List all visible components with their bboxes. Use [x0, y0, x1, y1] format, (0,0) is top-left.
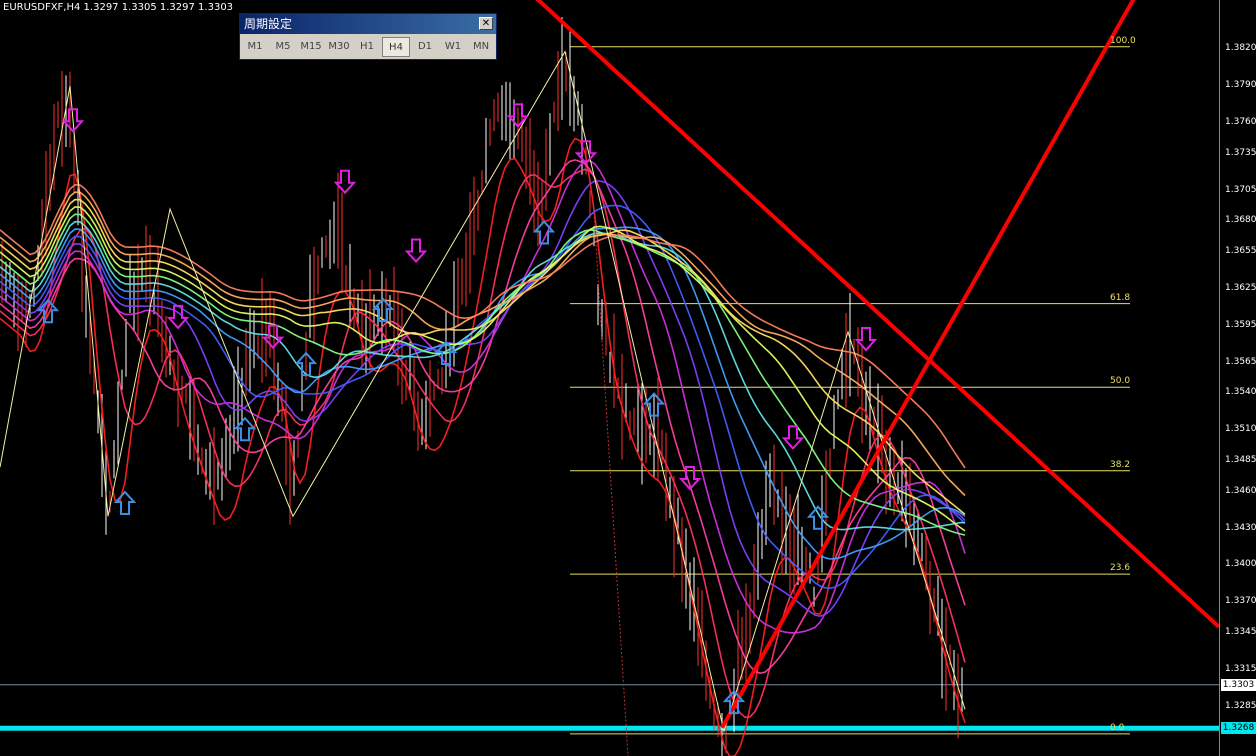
trendline: [535, 0, 1221, 629]
period-button-m15[interactable]: M15: [298, 37, 324, 57]
price-tick-label: 1.3510: [1225, 424, 1256, 435]
close-icon[interactable]: ✕: [479, 17, 493, 30]
price-tick-label: 1.3285: [1225, 700, 1256, 711]
buy-arrow-icon: [806, 505, 830, 530]
period-button-m30[interactable]: M30: [326, 37, 352, 57]
price-tick-label: 1.3680: [1225, 215, 1256, 226]
low-price-badge: 1.3268: [1221, 721, 1256, 734]
moving-average-line: [0, 220, 966, 531]
moving-average-line: [0, 168, 966, 719]
buy-arrow-icon: [113, 490, 137, 515]
period-button-d1[interactable]: D1: [412, 37, 438, 57]
price-tick-label: 1.3345: [1225, 627, 1256, 638]
period-button-mn[interactable]: MN: [468, 37, 494, 57]
symbol-info: EURUSDFXF,H4 1.3297 1.3305 1.3297 1.3303: [3, 2, 234, 13]
price-tick-label: 1.3820: [1225, 43, 1256, 54]
period-buttons: M1 M5 M15 M30 H1 H4 D1 W1 MN: [240, 34, 496, 60]
fib-level-label: 38.2: [1110, 459, 1131, 470]
moving-average-line: [0, 204, 966, 590]
current-price-badge: 1.3303: [1221, 678, 1256, 691]
price-tick-label: 1.3735: [1225, 147, 1256, 158]
sell-arrow-icon: [404, 238, 428, 264]
price-tick-label: 1.3540: [1225, 387, 1256, 398]
price-tick-label: 1.3705: [1225, 184, 1256, 195]
fib-level-label: 100.0: [1110, 35, 1136, 46]
price-tick-label: 1.3625: [1225, 282, 1256, 293]
fib-level-label: 50.0: [1110, 376, 1131, 387]
price-tick-label: 1.3460: [1225, 485, 1256, 496]
price-tick-label: 1.3760: [1225, 116, 1256, 127]
panel-titlebar[interactable]: 周期設定 ✕: [240, 14, 496, 34]
moving-average-line: [0, 159, 966, 634]
moving-average-line: [0, 137, 966, 756]
price-tick-label: 1.3595: [1225, 319, 1256, 330]
panel-title: 周期設定: [244, 17, 293, 31]
period-button-h1[interactable]: H1: [354, 37, 380, 57]
price-chart[interactable]: [0, 0, 1256, 756]
period-button-m5[interactable]: M5: [270, 37, 296, 57]
price-tick-label: 1.3485: [1225, 454, 1256, 465]
fib-level-label: 61.8: [1110, 292, 1131, 303]
price-tick-label: 1.3655: [1225, 246, 1256, 256]
buy-arrow-icon: [371, 297, 395, 323]
fib-level-label: 23.6: [1110, 563, 1131, 574]
moving-average-line: [0, 213, 966, 536]
price-tick-label: 1.3315: [1225, 663, 1256, 674]
zigzag-line: [0, 50, 966, 734]
price-tick-label: 1.3790: [1225, 80, 1256, 91]
period-button-h4[interactable]: H4: [382, 37, 410, 57]
low-price-band: [0, 725, 1219, 731]
price-tick-label: 1.3400: [1225, 559, 1256, 570]
price-tick-label: 1.3430: [1225, 522, 1256, 533]
moving-average-line: [0, 206, 966, 532]
sell-arrow-icon: [333, 169, 357, 195]
fib-level-label: 0.0: [1110, 722, 1125, 733]
period-button-m1[interactable]: M1: [242, 37, 268, 57]
price-tick-label: 1.3370: [1225, 596, 1256, 607]
price-axis: [1219, 0, 1256, 756]
sell-arrow-icon: [854, 327, 878, 352]
price-tick-label: 1.3565: [1225, 356, 1256, 367]
period-settings-panel: 周期設定 ✕ M1 M5 M15 M30 H1 H4 D1 W1 MN: [239, 13, 497, 60]
period-button-w1[interactable]: W1: [440, 37, 466, 57]
dotted-projection-line: [592, 196, 629, 756]
